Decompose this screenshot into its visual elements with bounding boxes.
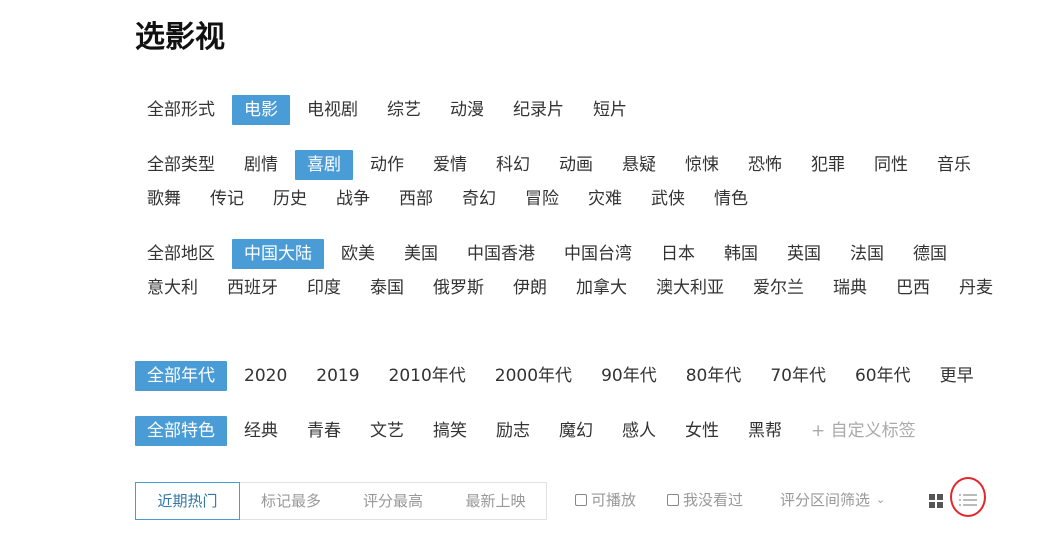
filter-tag[interactable]: 电视剧: [295, 95, 370, 125]
filter-tag[interactable]: 动漫: [438, 95, 496, 125]
filter-tag[interactable]: 悬疑: [610, 150, 668, 180]
filter-tag[interactable]: 励志: [484, 416, 542, 446]
filter-tag[interactable]: 同性: [862, 150, 920, 180]
filter-tag[interactable]: 传记: [198, 184, 256, 214]
filter-tag[interactable]: 丹麦: [947, 273, 1005, 303]
filter-tag[interactable]: 瑞典: [821, 273, 879, 303]
filter-tag[interactable]: 西部: [387, 184, 445, 214]
filter-tag[interactable]: 90年代: [589, 361, 669, 391]
filter-tag[interactable]: 全部类型: [135, 150, 227, 180]
filter-tag[interactable]: 战争: [324, 184, 382, 214]
filter-tag[interactable]: 喜剧: [295, 150, 353, 180]
filter-tag[interactable]: 60年代: [843, 361, 923, 391]
sort-tab[interactable]: 最新上映: [444, 483, 547, 519]
playable-label: 可播放: [591, 491, 637, 509]
filter-tag[interactable]: 韩国: [712, 239, 770, 269]
filter-tag[interactable]: 歌舞: [135, 184, 193, 214]
filter-tag[interactable]: 中国大陆: [232, 239, 324, 269]
sort-tab[interactable]: 标记最多: [240, 483, 342, 519]
sort-tab[interactable]: 近期热门: [135, 482, 240, 520]
custom-tag-button[interactable]: + 自定义标签: [799, 416, 928, 446]
filter-tag[interactable]: 2020: [232, 361, 299, 391]
filter-tag[interactable]: 2019: [304, 361, 371, 391]
filter-tag[interactable]: 纪录片: [501, 95, 576, 125]
checkbox-icon[interactable]: [667, 494, 679, 506]
filter-tag[interactable]: 短片: [581, 95, 639, 125]
filter-tag[interactable]: 魔幻: [547, 416, 605, 446]
filter-tag[interactable]: 武侠: [639, 184, 697, 214]
filter-tag[interactable]: 综艺: [375, 95, 433, 125]
filter-tag[interactable]: 女性: [673, 416, 731, 446]
sort-tabs: 近期热门 标记最多 评分最高 最新上映: [135, 482, 547, 520]
filter-tag[interactable]: 2000年代: [483, 361, 584, 391]
filter-tag[interactable]: 灾难: [576, 184, 634, 214]
filter-tag[interactable]: 澳大利亚: [644, 273, 736, 303]
filter-tag[interactable]: 冒险: [513, 184, 571, 214]
filter-features: 全部特色 经典 青春 文艺 搞笑 励志 魔幻 感人 女性 黑帮 + 自定义标签: [135, 416, 1015, 450]
filter-tag[interactable]: 西班牙: [215, 273, 290, 303]
filter-tag[interactable]: 日本: [649, 239, 707, 269]
filter-tag[interactable]: 惊悚: [673, 150, 731, 180]
playable-checkbox[interactable]: 可播放: [575, 482, 636, 518]
rating-range-label: 评分区间筛选: [780, 491, 871, 509]
filter-tag[interactable]: 青春: [295, 416, 353, 446]
filter-tag[interactable]: 中国台湾: [552, 239, 644, 269]
filter-tag[interactable]: 剧情: [232, 150, 290, 180]
filter-tag[interactable]: 加拿大: [564, 273, 639, 303]
filter-years: 全部年代 2020 2019 2010年代 2000年代 90年代 80年代 70年代 60年代…: [135, 361, 1015, 395]
filter-regions: 全部地区 中国大陆 欧美 美国 中国香港 中国台湾 日本 韩国 英国 法国 德国意大利 西班牙 印度 泰国…: [135, 239, 1015, 307]
filter-tag[interactable]: 文艺: [358, 416, 416, 446]
filter-tag[interactable]: 音乐: [925, 150, 983, 180]
filter-tag[interactable]: 全部特色: [135, 416, 227, 446]
filter-tag[interactable]: 70年代: [758, 361, 838, 391]
filter-tag[interactable]: 恐怖: [736, 150, 794, 180]
filter-tag[interactable]: 历史: [261, 184, 319, 214]
sort-tab[interactable]: 评分最高: [342, 483, 444, 519]
filter-tag[interactable]: 爱尔兰: [741, 273, 816, 303]
filter-tag[interactable]: 爱情: [421, 150, 479, 180]
filter-tag[interactable]: 中国香港: [455, 239, 547, 269]
filter-tag[interactable]: 法国: [838, 239, 896, 269]
filter-tag[interactable]: 全部地区: [135, 239, 227, 269]
grid-view-icon[interactable]: [928, 493, 944, 509]
filter-tag[interactable]: 情色: [702, 184, 760, 214]
filter-tag[interactable]: 意大利: [135, 273, 210, 303]
filter-tag[interactable]: 2010年代: [377, 361, 478, 391]
checkbox-icon[interactable]: [575, 494, 587, 506]
chevron-down-icon: ⌄: [876, 493, 886, 506]
filter-tag[interactable]: 动作: [358, 150, 416, 180]
filter-tag[interactable]: 泰国: [358, 273, 416, 303]
not-seen-label: 我没看过: [683, 491, 744, 509]
filter-tag[interactable]: 印度: [295, 273, 353, 303]
filter-tag[interactable]: 更早: [928, 361, 986, 391]
filter-tag[interactable]: 全部形式: [135, 95, 227, 125]
filter-tag[interactable]: 英国: [775, 239, 833, 269]
filter-tag[interactable]: 美国: [392, 239, 450, 269]
filter-tag[interactable]: 搞笑: [421, 416, 479, 446]
filter-tag[interactable]: 伊朗: [501, 273, 559, 303]
filter-tag[interactable]: 德国: [901, 239, 959, 269]
not-seen-checkbox[interactable]: 我没看过: [667, 482, 743, 518]
filter-tag[interactable]: 俄罗斯: [421, 273, 496, 303]
filter-tag[interactable]: 巴西: [884, 273, 942, 303]
filter-tag[interactable]: 黑帮: [736, 416, 794, 446]
rating-range-dropdown[interactable]: 评分区间筛选 ⌄: [780, 482, 885, 518]
filter-tag[interactable]: 奇幻: [450, 184, 508, 214]
filter-forms: 全部形式 电影 电视剧 综艺 动漫 纪录片 短片: [135, 95, 1015, 129]
filter-genres: 全部类型 剧情 喜剧 动作 爱情 科幻 动画 悬疑 惊悚 恐怖 犯罪 同性 音乐歌舞 传记 历史 战争 西部 奇幻…: [135, 150, 1015, 218]
toolbar: 近期热门 标记最多 评分最高 最新上映 可播放 我没看过 评分区间筛选 ⌄: [135, 477, 995, 520]
page-title: 选影视: [135, 20, 225, 55]
filter-tag[interactable]: 欧美: [329, 239, 387, 269]
highlight-annotation-circle: [950, 477, 986, 517]
filter-tag[interactable]: 电影: [232, 95, 290, 125]
filter-tag[interactable]: 感人: [610, 416, 668, 446]
filter-tag[interactable]: 经典: [232, 416, 290, 446]
filter-tag[interactable]: 80年代: [674, 361, 754, 391]
filter-tag[interactable]: 动画: [547, 150, 605, 180]
filter-tag[interactable]: 犯罪: [799, 150, 857, 180]
filter-tag[interactable]: 科幻: [484, 150, 542, 180]
filter-tag[interactable]: 全部年代: [135, 361, 227, 391]
